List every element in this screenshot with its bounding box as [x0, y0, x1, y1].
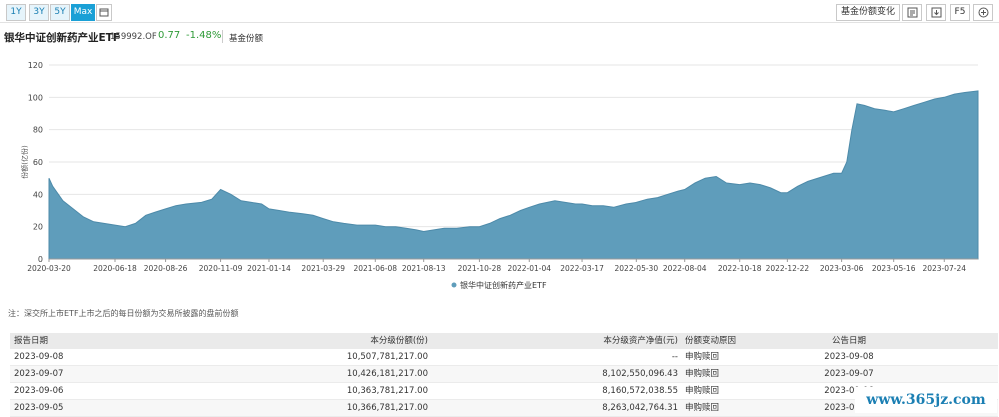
table-row[interactable]: 2023-09-06 10,363,781,217.00 8,160,572,0… [10, 383, 998, 400]
footnote: 注：深交所上市ETF上市之后的每日份额为交易所披露的盘前份额 [8, 309, 239, 318]
cell-change-reason: 申购赎回 [685, 369, 720, 379]
export-button[interactable] [902, 4, 922, 21]
cell-net-assets: -- [671, 352, 678, 362]
x-tick-label: 2020-11-09 [199, 264, 243, 273]
calendar-button[interactable] [96, 4, 112, 21]
y-tick-label: 80 [33, 126, 43, 135]
cell-change-reason: 申购赎回 [685, 352, 720, 362]
x-tick-label: 2021-10-28 [458, 264, 502, 273]
cell-shares: 10,507,781,217.00 [346, 352, 428, 362]
table-row[interactable]: 2023-09-07 10,426,181,217.00 8,102,550,0… [10, 366, 998, 383]
cell-net-assets: 8,102,550,096.43 [602, 369, 678, 379]
x-tick-label: 2020-08-26 [144, 264, 188, 273]
export-icon [907, 7, 917, 18]
cell-report-date: 2023-09-07 [14, 369, 64, 379]
fund-name: 银华中证创新药产业ETF [4, 32, 121, 44]
x-tick-label: 2020-06-18 [93, 264, 137, 273]
calendar-icon [99, 8, 109, 17]
cell-change-reason: 申购赎回 [685, 386, 720, 396]
x-tick-label: 2022-01-04 [507, 264, 551, 273]
share-table: 报告日期 本分级份额(份) 本分级资产净值(元) 份额变动原因 公告日期 202… [10, 333, 998, 417]
header-divider [222, 30, 223, 43]
add-button[interactable] [973, 4, 993, 21]
header-net-assets: 本分级资产净值(元) [603, 336, 678, 346]
share-chart: 0 20 40 60 80 100 120 份额(亿份) 2020-03-20 2020-06-1… [20, 61, 979, 290]
plus-circle-icon [978, 7, 988, 18]
x-tick-label: 2022-05-30 [615, 264, 659, 273]
y-tick-label: 20 [33, 223, 43, 232]
table-row[interactable]: 2023-09-05 10,366,781,217.00 8,263,042,7… [10, 400, 998, 417]
cell-report-date: 2023-09-08 [14, 352, 64, 362]
fund-change: -1.48% [186, 30, 222, 41]
y-tick-label: 60 [33, 158, 43, 167]
range-button-5y[interactable]: 5Y [50, 4, 70, 21]
y-tick-label: 40 [33, 190, 43, 199]
toolbar: 1Y 3Y 5Y Max 基金份额变化 F5 [0, 0, 999, 24]
range-button-3y[interactable]: 3Y [29, 4, 49, 21]
header-shares: 本分级份额(份) [370, 336, 428, 346]
x-tick-label: 2020-03-20 [27, 264, 71, 273]
f5-button[interactable]: F5 [950, 4, 970, 21]
range-button-1y[interactable]: 1Y [6, 4, 26, 21]
x-tick-label: 2023-05-16 [872, 264, 916, 273]
download-button[interactable] [926, 4, 946, 21]
x-tick-label: 2021-08-13 [402, 264, 446, 273]
fund-header: 银华中证创新药产业ETF 159992.OF 0.77 -1.48% 基金份额 [0, 27, 999, 47]
fund-price: 0.77 [158, 30, 181, 41]
y-tick-label: 100 [28, 93, 43, 102]
x-tick-label: 2022-12-22 [766, 264, 810, 273]
y-tick-label: 120 [28, 61, 43, 70]
cell-announce-date: 2023-09-08 [824, 352, 874, 362]
cell-net-assets: 8,160,572,038.55 [602, 386, 678, 396]
x-tick-label: 2022-03-17 [560, 264, 604, 273]
x-tick-label: 2022-10-18 [718, 264, 762, 273]
x-tick-label: 2023-03-06 [820, 264, 864, 273]
cell-shares: 10,363,781,217.00 [346, 386, 428, 396]
fund-code: 159992.OF [110, 32, 157, 42]
header-announce-date: 公告日期 [831, 336, 866, 346]
legend-marker [451, 282, 457, 288]
legend-label: 银华中证创新药产业ETF [460, 280, 547, 290]
cell-report-date: 2023-09-06 [14, 386, 64, 396]
x-tick-label: 2021-01-14 [247, 264, 291, 273]
x-tick-label: 2022-08-04 [663, 264, 707, 273]
y-tick-label: 0 [38, 255, 43, 264]
cell-announce-date: 2023-09-07 [824, 369, 874, 379]
table-row[interactable]: 2023-09-08 10,507,781,217.00 -- 申购赎回 202… [10, 349, 998, 366]
series-area [48, 90, 979, 260]
toolbar-divider [0, 22, 999, 23]
header-report-date: 报告日期 [14, 336, 49, 346]
download-icon [931, 7, 941, 18]
metric-label: 基金份额 [229, 34, 264, 44]
cell-shares: 10,426,181,217.00 [346, 369, 428, 379]
table-header: 报告日期 本分级份额(份) 本分级资产净值(元) 份额变动原因 公告日期 [10, 333, 998, 349]
y-axis-title: 份额(亿份) [20, 145, 29, 179]
header-change-reason: 份额变动原因 [685, 336, 737, 346]
x-tick-label: 2021-06-08 [353, 264, 397, 273]
x-tick-label: 2023-07-24 [922, 264, 966, 273]
range-button-max[interactable]: Max [71, 4, 95, 21]
x-tick-label: 2021-03-29 [301, 264, 345, 273]
share-change-button[interactable]: 基金份额变化 [836, 4, 900, 21]
watermark: www.365jz.com [855, 387, 997, 413]
